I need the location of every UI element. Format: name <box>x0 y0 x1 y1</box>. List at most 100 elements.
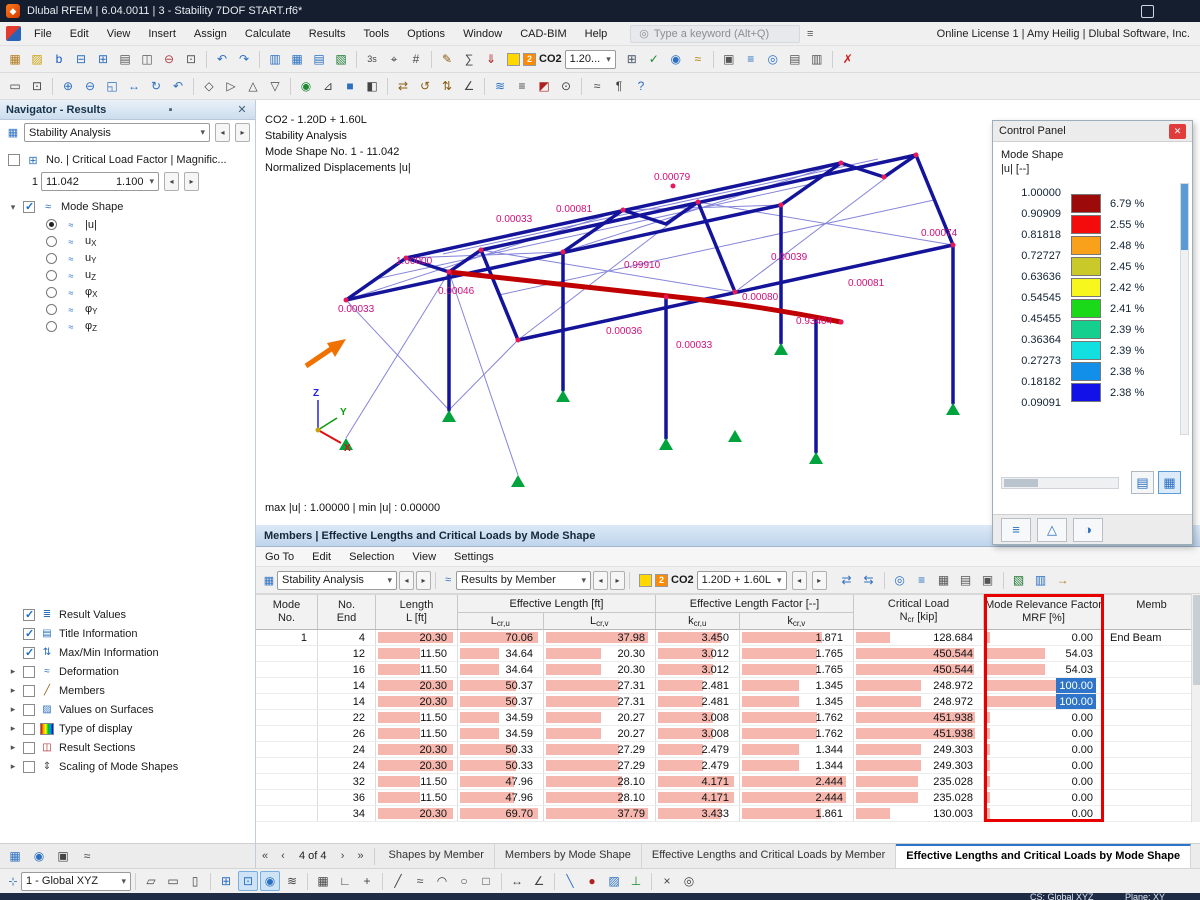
save-icon[interactable]: ◫ <box>137 49 157 69</box>
table-view-3-icon[interactable]: ▤ <box>309 49 329 69</box>
restore-window-button[interactable] <box>1141 4 1154 18</box>
option-checkbox[interactable] <box>23 703 35 716</box>
coord-system-dropdown[interactable]: 1 - Global XYZ ▾ <box>21 871 131 891</box>
table-row[interactable]: 36 11.50 47.96 28.10 4.171 2.444 235.028 0.00 <box>256 790 1200 806</box>
deselect-icon[interactable]: × <box>657 871 677 891</box>
new-model-icon[interactable]: ▦ <box>5 49 25 69</box>
select-mode-icon[interactable]: ▦ <box>313 871 333 891</box>
settings-icon[interactable]: ⊙ <box>556 76 576 96</box>
cp-layout-button[interactable]: ▦ <box>1158 471 1181 494</box>
calculator-icon[interactable]: ⊞ <box>622 49 642 69</box>
mode-prev-button[interactable]: ◂ <box>164 172 179 191</box>
color-swatch[interactable] <box>1071 278 1101 297</box>
table-row[interactable]: 14 20.30 50.37 27.31 2.481 1.345 248.972 100.00 <box>256 678 1200 694</box>
expander-icon[interactable]: ▸ <box>8 704 18 715</box>
table-row[interactable]: 22 11.50 34.59 20.27 3.008 1.762 451.938 0.00 <box>256 710 1200 726</box>
factors-tab-icon[interactable]: △ <box>1037 517 1067 542</box>
undo-icon[interactable]: ↶ <box>212 49 232 69</box>
color-swatch[interactable] <box>1071 341 1101 360</box>
mode-shape-expander[interactable]: ▾ <box>8 202 18 213</box>
previous-view-icon[interactable]: ↶ <box>168 76 188 96</box>
select-objects-icon[interactable]: ▭ <box>5 76 25 96</box>
export-excel-icon[interactable]: ▧ <box>331 49 351 69</box>
table-menu-edit[interactable]: Edit <box>303 547 340 567</box>
plane-yz-icon[interactable]: ▯ <box>185 871 205 891</box>
table-row[interactable]: 14 20.30 50.37 27.31 2.481 1.345 248.972 100.00 <box>256 694 1200 710</box>
app-menu-icon[interactable] <box>6 26 21 41</box>
cp-scrollbar[interactable] <box>1180 183 1189 435</box>
redo-icon[interactable]: ↷ <box>234 49 254 69</box>
open-model-icon[interactable]: ▨ <box>27 49 47 69</box>
table-row[interactable]: 32 11.50 47.96 28.10 4.171 2.444 235.028 0.00 <box>256 774 1200 790</box>
prev-table-button[interactable]: ‹ <box>274 847 292 866</box>
display-option-type-of-display[interactable]: ▸ Type of display <box>0 719 255 738</box>
table-analysis-prev[interactable]: ◂ <box>399 570 414 590</box>
table-menu-go-to[interactable]: Go To <box>256 547 303 567</box>
analysis-prev-button[interactable]: ◂ <box>215 123 230 142</box>
snap-3sc-icon[interactable]: 3s <box>362 49 382 69</box>
table-analysis-next[interactable]: ▸ <box>416 570 431 590</box>
menu-item-results[interactable]: Results <box>300 22 355 46</box>
layers-icon[interactable]: ≡ <box>512 76 532 96</box>
cartesian-icon[interactable]: + <box>357 871 377 891</box>
table-lc-prev[interactable]: ◂ <box>791 570 807 590</box>
display-option-deformation[interactable]: ▸ ≈ Deformation <box>0 662 255 681</box>
zoom-out-icon[interactable]: ⊖ <box>80 76 100 96</box>
load-combination-selector[interactable]: 2 CO2 1.20... ▾ <box>507 49 616 69</box>
mode-checkbox[interactable] <box>8 154 20 166</box>
table-tab[interactable]: Members by Mode Shape <box>495 844 642 868</box>
analysis-selector-dropdown[interactable]: Stability Analysis ▾ <box>24 123 210 142</box>
member-tool-icon[interactable]: ╲ <box>560 871 580 891</box>
calendar-icon[interactable]: ▤ <box>956 570 976 590</box>
visibility-eye-icon[interactable]: ◉ <box>29 846 49 866</box>
display-option-values-on-surfaces[interactable]: ▸ ▨ Values on Surfaces <box>0 700 255 719</box>
mode-shape-option[interactable]: ≈ uZ <box>0 267 255 284</box>
display-option-members[interactable]: ▸ ╱ Members <box>0 681 255 700</box>
sync-selection-icon[interactable]: ⇆ <box>859 570 879 590</box>
cp-dock-button[interactable]: ▤ <box>1131 471 1154 494</box>
find-values-icon[interactable]: ◎ <box>890 570 910 590</box>
dimension-tool-icon[interactable]: ↔ <box>507 871 527 891</box>
color-scheme-icon[interactable]: ◩ <box>534 76 554 96</box>
option-checkbox[interactable] <box>23 627 35 640</box>
color-swatch[interactable] <box>1071 383 1101 402</box>
zoom-values-icon[interactable]: ◎ <box>763 49 783 69</box>
table-row[interactable]: 16 11.50 34.64 20.30 3.012 1.765 450.544 54.03 <box>256 662 1200 678</box>
relevance-filter-icon[interactable]: ▥ <box>1031 570 1051 590</box>
analysis-next-button[interactable]: ▸ <box>235 123 250 142</box>
view-in-z-icon[interactable]: ▽ <box>265 76 285 96</box>
last-table-button[interactable]: » <box>352 847 370 866</box>
zoom-window-icon[interactable]: ◱ <box>102 76 122 96</box>
color-swatch[interactable] <box>1071 320 1101 339</box>
table-filter-icon[interactable]: ▦ <box>934 570 954 590</box>
zoom-in-icon[interactable]: ⊕ <box>58 76 78 96</box>
object-snap-toggle-icon[interactable]: ◉ <box>260 871 280 891</box>
radio-button[interactable] <box>46 219 57 230</box>
isometric-view-icon[interactable]: ◇ <box>199 76 219 96</box>
expander-icon[interactable]: ▸ <box>8 666 18 677</box>
move-object-icon[interactable]: ⇄ <box>393 76 413 96</box>
display-option-scaling-of-mode-shapes[interactable]: ▸ ⇕ Scaling of Mode Shapes <box>0 757 255 776</box>
mirror-object-icon[interactable]: ⇅ <box>437 76 457 96</box>
radio-button[interactable] <box>46 270 57 281</box>
line-tool-icon[interactable]: ╱ <box>388 871 408 891</box>
col-header-effective-factor[interactable]: Effective Length Factor [--] kcr,u kcr,v <box>656 595 854 631</box>
surface-tool-icon[interactable]: ▨ <box>604 871 624 891</box>
col-header-effective-length[interactable]: Effective Length [ft] Lcr,u Lcr,v <box>458 595 656 631</box>
expander-icon[interactable]: ▸ <box>8 761 18 772</box>
color-swatch[interactable] <box>1071 362 1101 381</box>
printout-report-icon[interactable]: ▤ <box>115 49 135 69</box>
table-row[interactable]: 24 20.30 50.33 27.29 2.479 1.344 249.303 0.00 <box>256 742 1200 758</box>
navigator-toggle-icon[interactable]: ⊟ <box>71 49 91 69</box>
col-header-member[interactable]: Memb <box>1104 595 1200 629</box>
radio-button[interactable] <box>46 304 57 315</box>
menu-item-assign[interactable]: Assign <box>185 22 236 46</box>
node-tool-icon[interactable]: ● <box>582 871 602 891</box>
display-option-max-min-information[interactable]: ⇅ Max/Min Information <box>0 643 255 662</box>
radio-button[interactable] <box>46 253 57 264</box>
dlubal-b-icon[interactable]: b <box>49 49 69 69</box>
menu-item-window[interactable]: Window <box>454 22 511 46</box>
mode-shape-option[interactable]: ≈ φX <box>0 284 255 301</box>
table-tab[interactable]: Effective Lengths and Critical Loads by … <box>896 844 1192 868</box>
grid-scrollbar[interactable] <box>1191 594 1200 822</box>
